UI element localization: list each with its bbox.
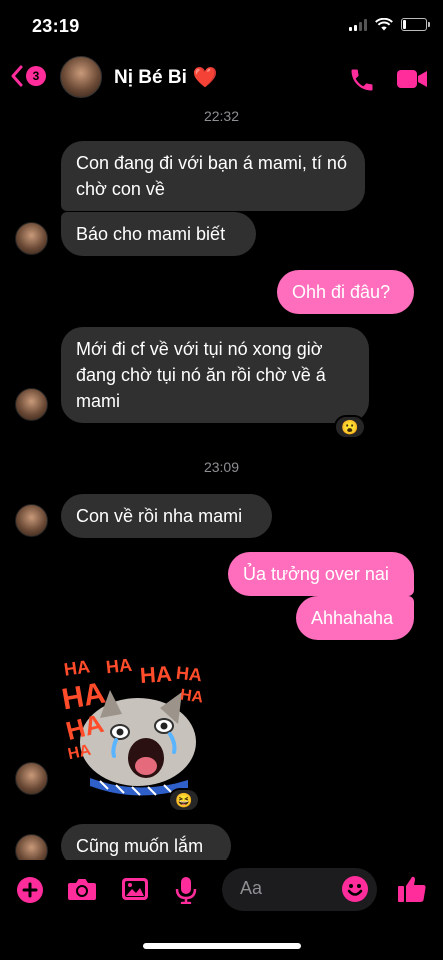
message-list[interactable]: 22:32 Con đang đi với bạn á mami, tí nó … (0, 108, 443, 860)
timestamp: 22:32 (203, 108, 240, 124)
sender-avatar[interactable] (15, 504, 48, 537)
thumbs-up-icon (398, 876, 426, 902)
home-indicator[interactable] (143, 943, 301, 949)
message-composer (0, 862, 443, 918)
more-actions-button[interactable] (16, 876, 44, 909)
reaction-badge[interactable]: 😮 (334, 415, 366, 439)
message-bubble-incoming[interactable]: Con về rồi nha mami (61, 494, 272, 538)
message-bubble-incoming[interactable]: Cũng muốn lắm (61, 824, 231, 860)
status-time: 23:19 (32, 16, 80, 36)
plus-icon (17, 877, 43, 903)
contact-name: Nị Bé Bi (114, 66, 187, 88)
voice-call-button[interactable] (348, 66, 376, 99)
gallery-button[interactable] (121, 876, 149, 907)
ha-text: HA (139, 660, 173, 689)
battery-icon (401, 18, 430, 31)
message-bubble-outgoing[interactable]: Ahhahaha (296, 596, 414, 640)
message-bubble-incoming[interactable]: Mới đi cf về với tụi nó xong giờ đang ch… (61, 327, 369, 423)
conversation-header: 3 Nị Bé Bi ❤️ (0, 48, 443, 108)
phone-icon (351, 69, 373, 91)
cellular-signal-icon (349, 18, 367, 31)
sender-avatar[interactable] (15, 762, 48, 795)
smiley-icon (342, 876, 368, 902)
video-camera-icon (397, 70, 427, 88)
voice-message-button[interactable] (175, 876, 197, 909)
back-chevron-icon (11, 65, 23, 87)
heart-emoji: ❤️ (192, 67, 218, 89)
ha-text: HA (178, 686, 205, 707)
battery-level (403, 20, 407, 29)
camera-button[interactable] (67, 876, 97, 907)
message-input[interactable] (240, 878, 340, 899)
sender-avatar[interactable] (15, 834, 48, 860)
contact-name-row[interactable]: Nị Bé Bi ❤️ (114, 65, 218, 90)
laughing-cat-sticker[interactable]: HA HA HA HA HA HA HA HA (59, 648, 206, 796)
contact-avatar[interactable] (60, 56, 102, 98)
message-bubble-outgoing[interactable]: Ohh đi đâu? (277, 270, 414, 314)
ha-text: HA (104, 654, 133, 678)
wifi-icon (375, 18, 393, 31)
unread-count-badge: 3 (26, 66, 46, 86)
sender-avatar[interactable] (15, 222, 48, 255)
message-bubble-incoming[interactable]: Con đang đi với bạn á mami, tí nó chờ co… (61, 141, 365, 211)
ha-text: HA (175, 662, 204, 686)
ha-text: HA (62, 656, 92, 680)
timestamp: 23:09 (203, 459, 240, 475)
message-bubble-outgoing[interactable]: Ủa tưởng over nai (228, 552, 414, 596)
message-input-container[interactable] (222, 868, 377, 911)
emoji-button[interactable] (341, 875, 369, 908)
reaction-badge[interactable]: 😆 (168, 788, 200, 812)
video-call-button[interactable] (396, 68, 428, 95)
like-button[interactable] (397, 874, 427, 909)
camera-icon (68, 879, 96, 900)
status-bar: 23:19 (0, 0, 443, 48)
sender-avatar[interactable] (15, 388, 48, 421)
back-button[interactable]: 3 (10, 64, 46, 88)
status-icons (349, 18, 430, 31)
microphone-icon (175, 877, 197, 905)
message-bubble-incoming[interactable]: Báo cho mami biết (61, 212, 256, 256)
image-icon (122, 878, 148, 900)
